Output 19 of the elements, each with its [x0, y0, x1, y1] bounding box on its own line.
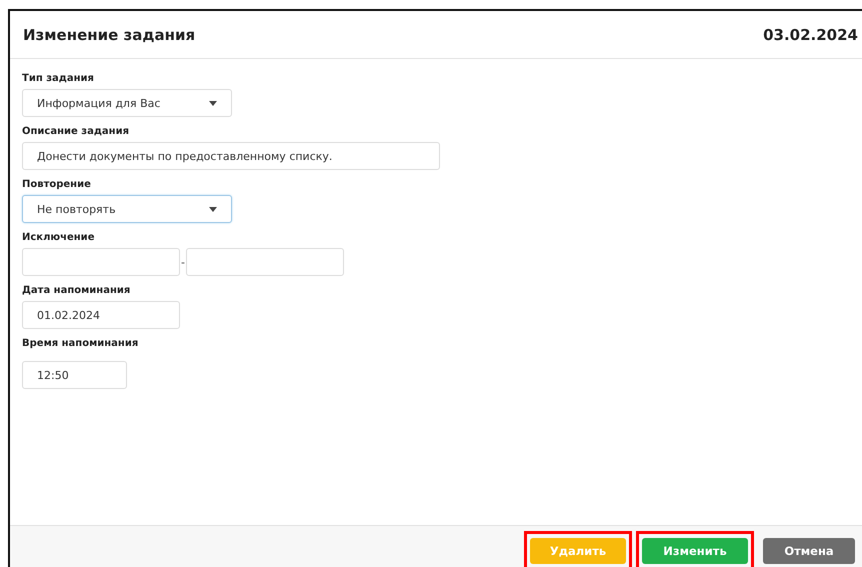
dialog-date: 03.02.2024 [763, 26, 858, 44]
dropdown-field[interactable]: Информация для Вас [22, 89, 232, 117]
dropdown-field[interactable]: Не повторять [22, 195, 232, 223]
field-label: Повторение [22, 179, 91, 190]
input-field[interactable] [22, 248, 180, 276]
field-label: Описание задания [22, 126, 129, 137]
input-field[interactable]: Донести документы по предоставленному списку. [22, 142, 440, 170]
field-label: Исключение [22, 232, 94, 243]
cancel-button[interactable]: Отмена [763, 538, 855, 564]
field-label: Тип задания [22, 73, 94, 84]
range-separator: - [180, 256, 186, 268]
dialog-title: Изменение задания [23, 26, 196, 44]
field-label: Дата напоминания [22, 285, 130, 296]
caret-icon [209, 206, 217, 212]
input-field[interactable]: 12:50 [22, 361, 127, 389]
input-field[interactable]: 01.02.2024 [22, 301, 180, 329]
field-label: Время напоминания [22, 338, 138, 349]
caret-icon [209, 100, 217, 106]
input-field[interactable] [186, 248, 344, 276]
